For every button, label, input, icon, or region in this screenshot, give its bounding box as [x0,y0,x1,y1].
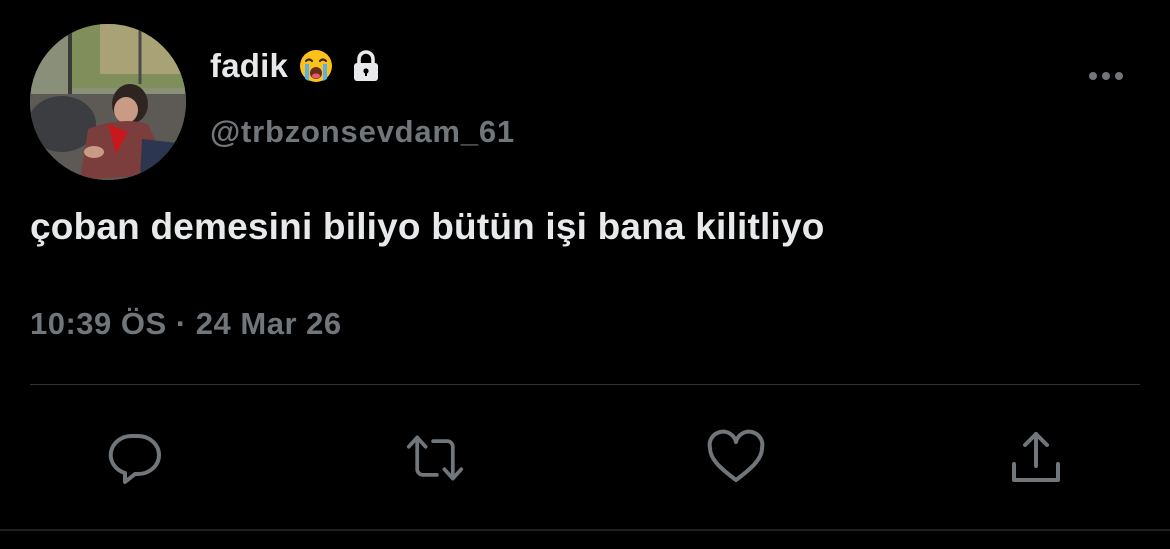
meta-separator: · [175,306,187,341]
tweet-text: çoban demesini biliyo bütün işi bana kil… [30,206,825,247]
reply-button[interactable] [105,428,165,488]
display-name[interactable]: fadik [210,47,288,85]
lock-icon [348,48,384,84]
tweet-detail: fadik @trbzonsevdam_61 çoban demesini bi… [0,0,1170,549]
display-name-row: fadik [210,44,384,88]
avatar[interactable] [30,24,186,180]
share-icon [1012,432,1060,482]
share-button[interactable] [1006,428,1066,488]
avatar-photo [30,24,186,180]
tweet-timestamp: 10:39 ÖS · 24 Mar 26 [30,306,342,342]
loudly-crying-face-emoji-icon [298,48,334,84]
retweet-icon [406,435,464,481]
reply-icon [108,433,161,484]
bottom-divider [0,529,1170,531]
user-handle[interactable]: @trbzonsevdam_61 [210,114,515,150]
divider [30,384,1140,385]
tweet-date[interactable]: 24 Mar 26 [196,306,342,341]
retweet-button[interactable] [405,428,465,488]
more-options-icon[interactable] [1080,58,1132,94]
tweet-time[interactable]: 10:39 ÖS [30,306,167,341]
like-icon [707,429,765,482]
like-button[interactable] [706,428,766,488]
